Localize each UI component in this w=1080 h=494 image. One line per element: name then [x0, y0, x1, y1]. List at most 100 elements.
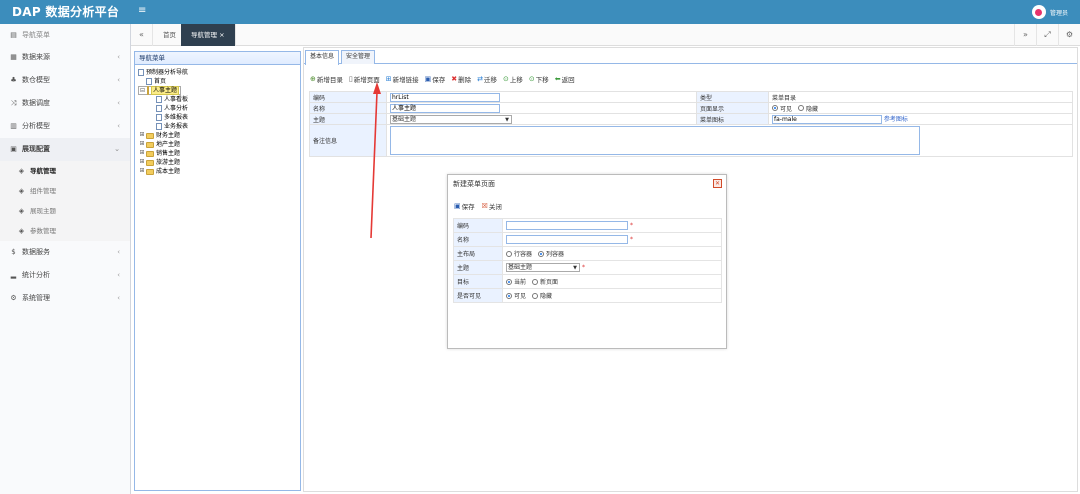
tree-node-multidim-report[interactable]: 多维报表 — [138, 113, 300, 122]
folder-icon — [146, 159, 154, 166]
page-icon — [156, 114, 162, 121]
sidebar-item-analysis-model[interactable]: ▥ 分析模型 ‹ — [0, 115, 130, 138]
tree-node-home[interactable]: 首页 — [138, 77, 300, 86]
tree-node-hr-analysis[interactable]: 人事分析 — [138, 104, 300, 113]
page-tab-bar: « 首页 导航管理 × » ⤢ ⚙ — [131, 24, 1080, 46]
icon-input[interactable]: fa-male — [772, 115, 882, 124]
menu-grid-icon: ▤ — [10, 31, 17, 39]
move-button[interactable]: ⇄ 迁移 — [477, 74, 497, 84]
target-current-label: 当前 — [514, 279, 527, 286]
add-page-button[interactable]: ▯ 新增页面 — [349, 74, 380, 84]
tree-node-hr-dashboard[interactable]: 人事看板 — [138, 95, 300, 104]
add-link-button[interactable]: ⊞ 新增链接 — [386, 74, 419, 84]
cubes-icon: ♣ — [10, 76, 17, 84]
sidebar-item-system[interactable]: ⚙ 系统管理 ‹ — [0, 287, 130, 310]
tree-node-sales[interactable]: ⊞ 销售主题 — [138, 149, 300, 158]
sidebar-item-label: 展现配置 — [22, 145, 50, 153]
sidebar-item-statistics[interactable]: ▂ 统计分析 ‹ — [0, 264, 130, 287]
chart-icon: ▥ — [10, 122, 17, 130]
dialog-close-icon[interactable]: ✕ — [713, 179, 722, 188]
remark-textarea[interactable] — [390, 126, 920, 155]
tag-icon: ◈ — [18, 207, 25, 215]
dialog-visible-text: 可见 — [514, 293, 527, 300]
sidebar-item-scheduling[interactable]: ⤨ 数据调度 ‹ — [0, 92, 130, 115]
target-new-radio[interactable] — [531, 278, 538, 285]
tab-scroll-right-icon[interactable]: » — [1014, 24, 1036, 46]
tree-node-cost[interactable]: ⊞ 成本主题 — [138, 167, 300, 176]
display-hidden-radio[interactable] — [797, 105, 804, 111]
arrow-down-icon: ⊙ — [528, 74, 535, 83]
sidebar-sub-nav-manage[interactable]: ◈ 导航管理 — [0, 161, 130, 181]
sidebar-item-data-service[interactable]: $ 数据服务 ‹ — [0, 241, 130, 264]
icon-reference-link[interactable]: 参考图标 — [884, 116, 908, 123]
delete-button[interactable]: ✖ 删除 — [451, 74, 471, 84]
dollar-icon: $ — [11, 248, 16, 256]
dialog-code-input[interactable] — [506, 221, 628, 230]
sidebar-item-label: 数据来源 — [22, 53, 50, 61]
target-new-label: 新页面 — [539, 279, 558, 286]
expand-icon[interactable]: ⊞ — [138, 141, 146, 148]
user-name[interactable]: 管理员 — [1050, 8, 1068, 17]
layout-column-radio[interactable] — [537, 250, 544, 257]
tree-node-business-report[interactable]: 业务报表 — [138, 122, 300, 131]
target-current-radio[interactable] — [506, 278, 512, 285]
back-button[interactable]: ⬅ 返回 — [555, 74, 575, 84]
dialog-close-button[interactable]: ☒ 关闭 — [482, 201, 502, 211]
sidebar-item-label: 统计分析 — [22, 271, 50, 279]
tree-node-tourism[interactable]: ⊞ 旅游主题 — [138, 158, 300, 167]
sidebar-header-label: 导航菜单 — [22, 31, 50, 39]
layout-column-label: 列容器 — [545, 251, 564, 258]
name-input[interactable]: 人事主题 — [390, 103, 500, 113]
sidebar-item-warehouse-model[interactable]: ♣ 数仓模型 ‹ — [0, 69, 130, 92]
layout-row-radio[interactable] — [506, 250, 512, 257]
user-menu[interactable]: 管理员 — [1031, 3, 1068, 21]
theme-select[interactable]: 基础主题 ▼ — [390, 114, 512, 124]
expand-icon[interactable]: ⊞ — [138, 168, 146, 175]
expand-icon[interactable]: ⊞ — [138, 150, 146, 157]
sidebar-sub-param-manage[interactable]: ◈ 参数管理 — [0, 221, 130, 241]
sidebar-item-label: 系统管理 — [22, 294, 50, 302]
tab-security[interactable]: 安全管理 — [341, 50, 376, 64]
add-directory-button[interactable]: ⊕ 新增目录 — [310, 74, 343, 84]
shuffle-icon: ⤨ — [10, 99, 17, 107]
folder-icon — [146, 150, 154, 157]
remark-label: 备注信息 — [309, 124, 387, 157]
dialog-visible-radio[interactable] — [506, 292, 512, 299]
save-button[interactable]: ▣ 保存 — [425, 74, 446, 84]
tag-icon: ◈ — [18, 227, 25, 235]
sidebar-sub-label: 参数管理 — [30, 227, 56, 235]
code-input[interactable]: hrList — [390, 92, 500, 102]
tree-node-hr[interactable]: ⊟ 人事主题 — [138, 86, 181, 95]
sidebar-sub-component-manage[interactable]: ◈ 组件管理 — [0, 181, 130, 201]
dialog-theme-select[interactable]: 基础主题 ▼ — [506, 263, 580, 272]
dialog-name-input[interactable] — [506, 235, 628, 244]
avatar[interactable] — [1031, 5, 1046, 19]
chevron-left-icon: ‹ — [117, 248, 120, 256]
sidebar-item-data-source[interactable]: ▦ 数据来源 ‹ — [0, 46, 130, 69]
gear-icon: ⚙ — [10, 294, 17, 302]
folder-icon — [146, 168, 154, 175]
tree-node-finance[interactable]: ⊞ 财务主题 — [138, 131, 300, 140]
tree-node-root[interactable]: 预制器分析导航 — [138, 68, 300, 77]
tab-options-gear-icon[interactable]: ⚙ — [1058, 24, 1080, 46]
computer-icon — [138, 69, 144, 76]
sidebar-sub-label: 导航管理 — [30, 167, 56, 175]
move-down-button[interactable]: ⊙ 下移 — [529, 74, 549, 84]
display-visible-radio[interactable] — [772, 105, 778, 111]
collapse-icon[interactable]: ⊟ — [140, 87, 145, 94]
tab-nav-manage[interactable]: 导航管理 × — [181, 24, 236, 46]
menu-toggle-icon[interactable]: ≡ — [138, 4, 146, 18]
expand-icon[interactable]: ⊞ — [138, 159, 146, 166]
sidebar-sub-display-theme[interactable]: ◈ 展现主题 — [0, 201, 130, 221]
tab-scroll-left-icon[interactable]: « — [131, 24, 153, 46]
dialog-hidden-radio[interactable] — [531, 292, 538, 299]
sidebar-item-label: 分析模型 — [22, 122, 50, 130]
fullscreen-icon[interactable]: ⤢ — [1036, 24, 1058, 46]
expand-icon[interactable]: ⊞ — [138, 132, 146, 139]
sidebar-item-display-config[interactable]: ▣ 展现配置 ⌄ — [0, 138, 130, 161]
tree-node-realestate[interactable]: ⊞ 地产主题 — [138, 140, 300, 149]
app-logo[interactable]: DAP 数据分析平台 — [0, 0, 131, 24]
tab-basic-info[interactable]: 基本信息 — [305, 50, 340, 65]
move-up-button[interactable]: ⊙ 上移 — [503, 74, 523, 84]
dialog-save-button[interactable]: ▣ 保存 — [454, 201, 475, 211]
